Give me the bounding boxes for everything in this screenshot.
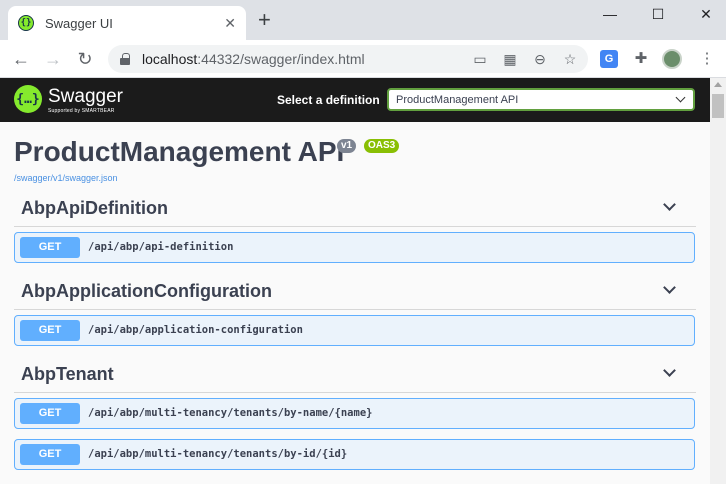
chevron-down-icon[interactable] (663, 364, 676, 377)
qr-code-icon[interactable]: ▦ (500, 49, 520, 69)
tab-title: Swagger UI (45, 15, 113, 31)
window-close-icon[interactable]: ✕ (694, 4, 718, 24)
lock-icon[interactable] (120, 53, 130, 65)
swagger-brand-sub: Supported by SMARTBEAR (48, 108, 115, 114)
operation-path: /api/abp/multi-tenancy/tenants/by-name/{… (88, 407, 373, 419)
reload-icon[interactable]: ↻ (74, 48, 96, 70)
method-badge: GET (20, 237, 80, 258)
swagger-topbar: {…} Swagger Supported by SMARTBEAR Selec… (0, 78, 710, 122)
swagger-favicon-icon: {} (18, 15, 34, 31)
tag-title: AbpTenant (21, 364, 114, 384)
address-bar[interactable]: localhost:44332/swagger/index.html ▭ ▦ ⊖… (108, 45, 588, 73)
url-text: localhost:44332/swagger/index.html (142, 51, 365, 67)
tag-section-abp-application-configuration: AbpApplicationConfiguration (14, 274, 696, 310)
extensions-puzzle-icon[interactable]: ✚ (630, 48, 652, 70)
definition-select-value: ProductManagement API (396, 93, 519, 106)
method-badge: GET (20, 320, 80, 341)
definition-select-label: Select a definition (277, 93, 380, 107)
definition-select[interactable]: ProductManagement API (387, 88, 695, 111)
api-title: ProductManagement API (14, 136, 345, 167)
close-tab-icon[interactable]: ✕ (224, 15, 236, 32)
operation-path: /api/abp/api-definition (88, 241, 234, 253)
back-icon[interactable]: ← (10, 48, 32, 70)
scroll-up-icon[interactable] (714, 82, 722, 87)
tag-section-abp-tenant: AbpTenant (14, 357, 696, 393)
page-scrollbar[interactable] (710, 78, 726, 484)
operation-get-tenant-by-name[interactable]: GET /api/abp/multi-tenancy/tenants/by-na… (14, 398, 695, 429)
chevron-down-icon (675, 92, 686, 103)
browser-toolbar: ← → ↻ localhost:44332/swagger/index.html… (0, 40, 726, 78)
swagger-brand[interactable]: Swagger (48, 86, 123, 108)
chevron-down-icon[interactable] (663, 198, 676, 211)
operation-path: /api/abp/multi-tenancy/tenants/by-id/{id… (88, 448, 348, 460)
tag-header[interactable]: AbpApplicationConfiguration (14, 274, 696, 310)
operation-get-tenant-by-id[interactable]: GET /api/abp/multi-tenancy/tenants/by-id… (14, 439, 695, 470)
operation-get-application-configuration[interactable]: GET /api/abp/application-configuration (14, 315, 695, 346)
maximize-icon[interactable]: ☐ (646, 4, 670, 24)
translate-extension-icon[interactable]: G (600, 50, 618, 68)
scroll-thumb[interactable] (712, 94, 724, 118)
profile-avatar[interactable] (662, 49, 682, 69)
forward-icon[interactable]: → (42, 48, 64, 70)
method-badge: GET (20, 403, 80, 424)
version-badge: v1 (337, 139, 357, 153)
operation-path: /api/abp/application-configuration (88, 324, 303, 336)
tag-section-abp-api-definition: AbpApiDefinition (14, 191, 696, 227)
cast-icon[interactable]: ▭ (470, 49, 490, 69)
browser-tab-bar: {} Swagger UI ✕ + — ☐ ✕ (0, 0, 726, 40)
tag-header[interactable]: AbpApiDefinition (14, 191, 696, 227)
spec-link[interactable]: /swagger/v1/swagger.json (14, 173, 118, 183)
tag-title: AbpApiDefinition (21, 198, 168, 218)
zoom-icon[interactable]: ⊖ (530, 49, 550, 69)
oas-badge: OAS3 (364, 139, 400, 153)
method-badge: GET (20, 444, 80, 465)
chevron-down-icon[interactable] (663, 281, 676, 294)
menu-kebab-icon[interactable]: ⋮ (696, 48, 718, 70)
operation-get-api-definition[interactable]: GET /api/abp/api-definition (14, 232, 695, 263)
browser-tab[interactable]: {} Swagger UI ✕ (8, 6, 246, 40)
swagger-logo-icon[interactable]: {…} (14, 85, 42, 113)
tag-title: AbpApplicationConfiguration (21, 281, 272, 301)
omnibox-actions: ▭ ▦ ⊖ ☆ (470, 49, 580, 69)
minimize-icon[interactable]: — (598, 4, 622, 24)
bookmark-star-icon[interactable]: ☆ (560, 49, 580, 69)
tag-header[interactable]: AbpTenant (14, 357, 696, 393)
new-tab-icon[interactable]: + (258, 9, 271, 31)
